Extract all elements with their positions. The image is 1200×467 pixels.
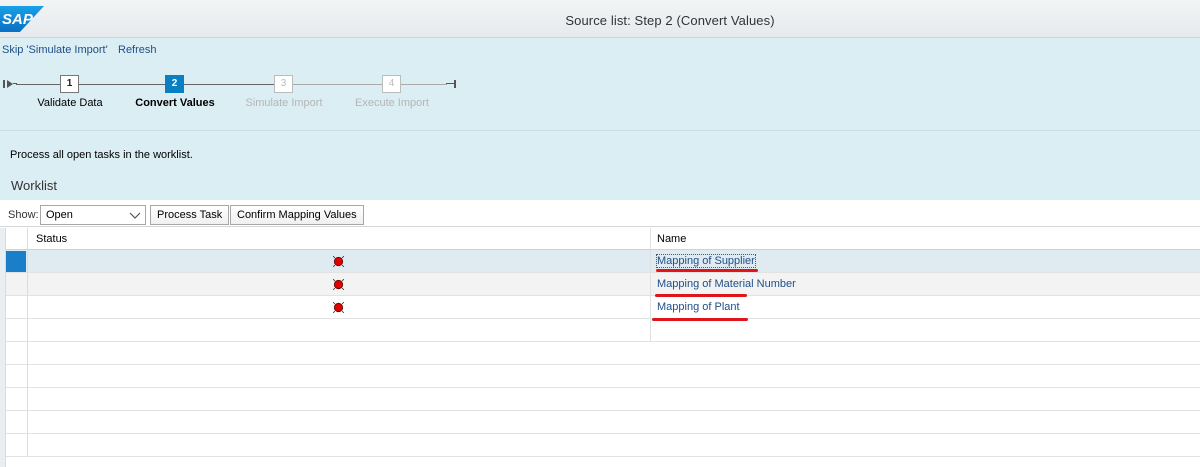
table-row[interactable]: Mapping of Material Number (0, 273, 1200, 297)
table-row[interactable]: Mapping of Plant (0, 296, 1200, 321)
instruction-text: Process all open tasks in the worklist. (10, 149, 193, 161)
roadmap: 1 Validate Data 2 Convert Values 3 Simul… (0, 75, 470, 115)
toolbar: Skip 'Simulate Import' Refresh 1 Validat… (0, 38, 1200, 130)
column-separator (650, 296, 651, 318)
mapping-material-number-link[interactable]: Mapping of Material Number (657, 278, 796, 290)
skip-simulate-import-link[interactable]: Skip 'Simulate Import' (2, 44, 108, 56)
page-title: Source list: Step 2 (Convert Values) (565, 13, 775, 28)
empty-row (0, 388, 1200, 411)
column-separator (650, 319, 651, 341)
confirm-mapping-values-button[interactable]: Confirm Mapping Values (230, 205, 364, 225)
column-header-name[interactable]: Name (657, 233, 686, 245)
mapping-supplier-link[interactable]: Mapping of Supplier (656, 254, 756, 268)
worklist-table: Status Name Mapping of Supplier Mapping … (0, 228, 1200, 467)
step-4-box: 4 (382, 75, 401, 93)
empty-row (0, 434, 1200, 457)
step-2-box[interactable]: 2 (165, 75, 184, 93)
step-1-label[interactable]: Validate Data (37, 97, 102, 109)
column-separator (650, 273, 651, 295)
show-filter-select[interactable]: Open (40, 205, 146, 225)
mapping-plant-link[interactable]: Mapping of Plant (657, 301, 740, 313)
roadmap-end-icon (446, 80, 456, 88)
roadmap-connector (184, 84, 274, 85)
column-separator (650, 250, 651, 272)
status-error-icon (333, 302, 344, 313)
roadmap-start-icon (3, 80, 17, 88)
roadmap-connector (401, 84, 447, 85)
annotation-underline (656, 269, 758, 272)
roadmap-connector (79, 84, 165, 85)
process-task-button[interactable]: Process Task (150, 205, 230, 225)
title-bar: SAP Source list: Step 2 (Convert Values) (0, 0, 1200, 38)
refresh-link[interactable]: Refresh (118, 44, 157, 56)
column-header-status[interactable]: Status (36, 233, 67, 245)
show-filter-value: Open (46, 209, 73, 221)
status-error-icon (333, 279, 344, 290)
step-4-label: Execute Import (355, 97, 429, 109)
step-1-box[interactable]: 1 (60, 75, 79, 93)
info-section: Process all open tasks in the worklist. … (0, 130, 1200, 200)
empty-row (0, 342, 1200, 365)
step-3-box: 3 (274, 75, 293, 93)
left-scroll-strip (0, 228, 6, 467)
roadmap-connector (16, 84, 60, 85)
table-row[interactable]: Mapping of Supplier (0, 250, 1200, 273)
worklist-toolbar: Show: Open Process Task Confirm Mapping … (0, 202, 1200, 227)
empty-row (0, 411, 1200, 434)
column-separator (650, 228, 651, 249)
chevron-down-icon (129, 212, 141, 219)
empty-row (0, 319, 1200, 342)
roadmap-connector (293, 84, 382, 85)
empty-row (0, 365, 1200, 388)
step-3-label: Simulate Import (245, 97, 323, 109)
row-selected-marker (6, 251, 26, 272)
worklist-title: Worklist (11, 178, 57, 193)
step-2-label[interactable]: Convert Values (135, 97, 214, 109)
table-header-row: Status Name (0, 228, 1200, 250)
status-error-icon (333, 256, 344, 267)
show-label: Show: (8, 209, 39, 221)
